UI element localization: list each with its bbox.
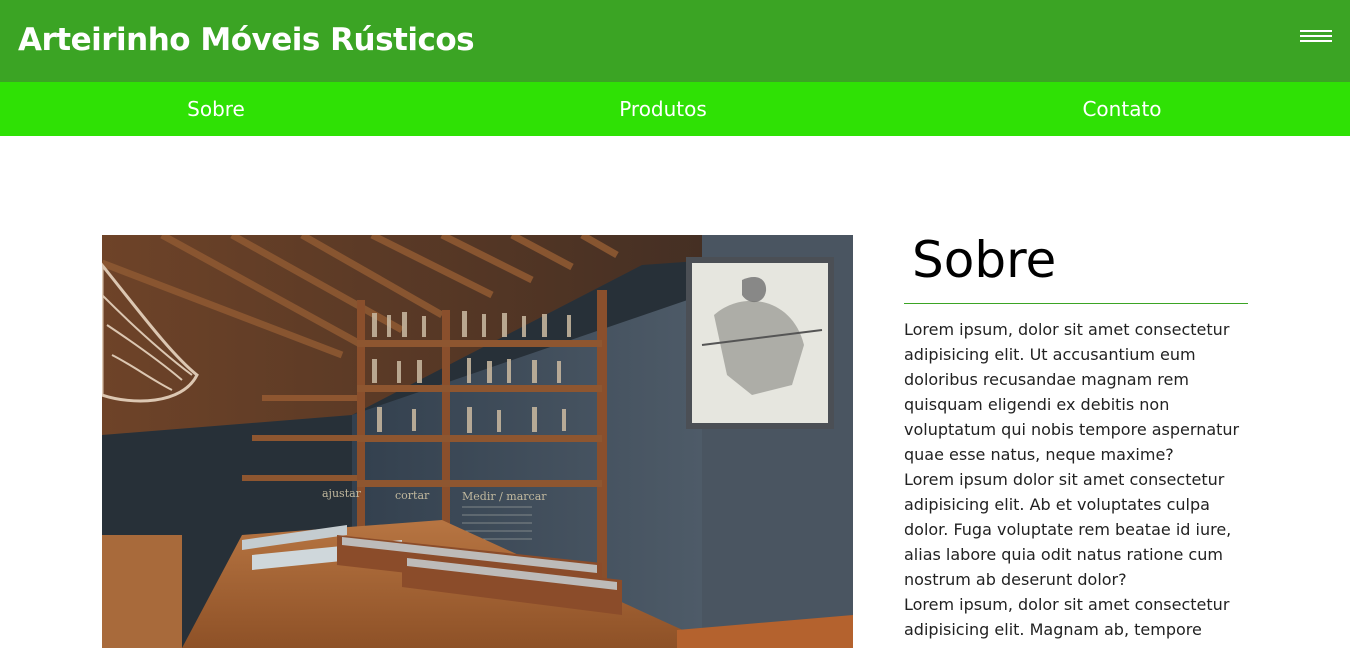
main-nav: Sobre Produtos Contato — [0, 82, 1350, 136]
panel-label-cortar: cortar — [395, 489, 430, 502]
about-section: Sobre Lorem ipsum, dolor sit amet consec… — [904, 228, 1249, 642]
about-paragraph-3: Lorem ipsum, dolor sit amet consectetur … — [904, 595, 1230, 639]
nav-link-sobre[interactable]: Sobre — [187, 95, 245, 123]
header-bar: Arteirinho Móveis Rústicos — [0, 0, 1350, 82]
about-text: Lorem ipsum, dolor sit amet consectetur … — [904, 317, 1249, 642]
menu-icon-line — [1300, 35, 1332, 37]
nav-link-contato[interactable]: Contato — [1082, 95, 1161, 123]
about-paragraph-2: Lorem ipsum dolor sit amet consectetur a… — [904, 470, 1232, 589]
panel-label-ajustar: ajustar — [322, 487, 362, 500]
section-divider — [904, 303, 1248, 304]
menu-icon-line — [1300, 30, 1332, 32]
site-title[interactable]: Arteirinho Móveis Rústicos — [18, 19, 475, 61]
menu-icon-line — [1300, 40, 1332, 42]
nav-link-produtos[interactable]: Produtos — [619, 95, 707, 123]
about-paragraph-1: Lorem ipsum, dolor sit amet consectetur … — [904, 320, 1240, 464]
hamburger-menu-icon[interactable] — [1296, 28, 1334, 50]
about-title: Sobre — [912, 231, 1057, 289]
workshop-photo: ajustar cortar Medir / marcar — [102, 235, 853, 648]
panel-label-medir-marcar: Medir / marcar — [462, 490, 547, 503]
